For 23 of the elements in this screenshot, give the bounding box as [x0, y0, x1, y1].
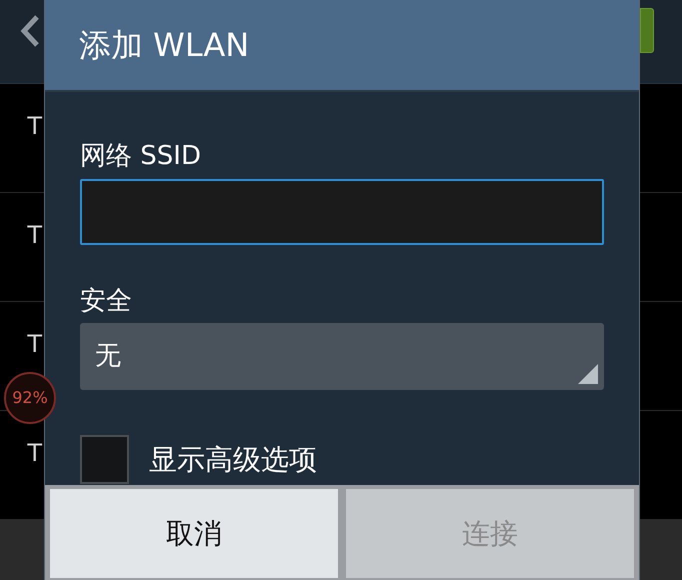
list-item-title: T [27, 441, 42, 465]
list-row[interactable] [640, 411, 682, 520]
list-row[interactable]: T [0, 84, 44, 193]
list-row[interactable]: T [0, 193, 44, 302]
bottom-bar [0, 520, 44, 580]
list-row[interactable] [640, 302, 682, 411]
list-row[interactable]: T [0, 411, 44, 520]
action-button[interactable] [640, 8, 654, 53]
dialog-button[interactable]: 取消 [50, 489, 338, 578]
field-label: 网络 SSID [80, 140, 202, 172]
list-item-title: T [27, 223, 42, 247]
checkbox[interactable] [80, 435, 129, 484]
list-item-title: T [27, 332, 42, 356]
dialog-title: 添加 WLAN [79, 25, 250, 66]
checkbox-label: 显示高级选项 [149, 442, 317, 478]
security-dropdown[interactable]: 无 [80, 323, 604, 390]
dropdown-corner-icon [578, 364, 598, 384]
ssid-input-field[interactable] [80, 178, 604, 244]
list-row[interactable] [640, 84, 682, 193]
field-label: 安全 [80, 284, 133, 317]
list-row[interactable] [640, 193, 682, 302]
bottom-bar [640, 520, 682, 580]
list-item-title: T [27, 114, 42, 138]
